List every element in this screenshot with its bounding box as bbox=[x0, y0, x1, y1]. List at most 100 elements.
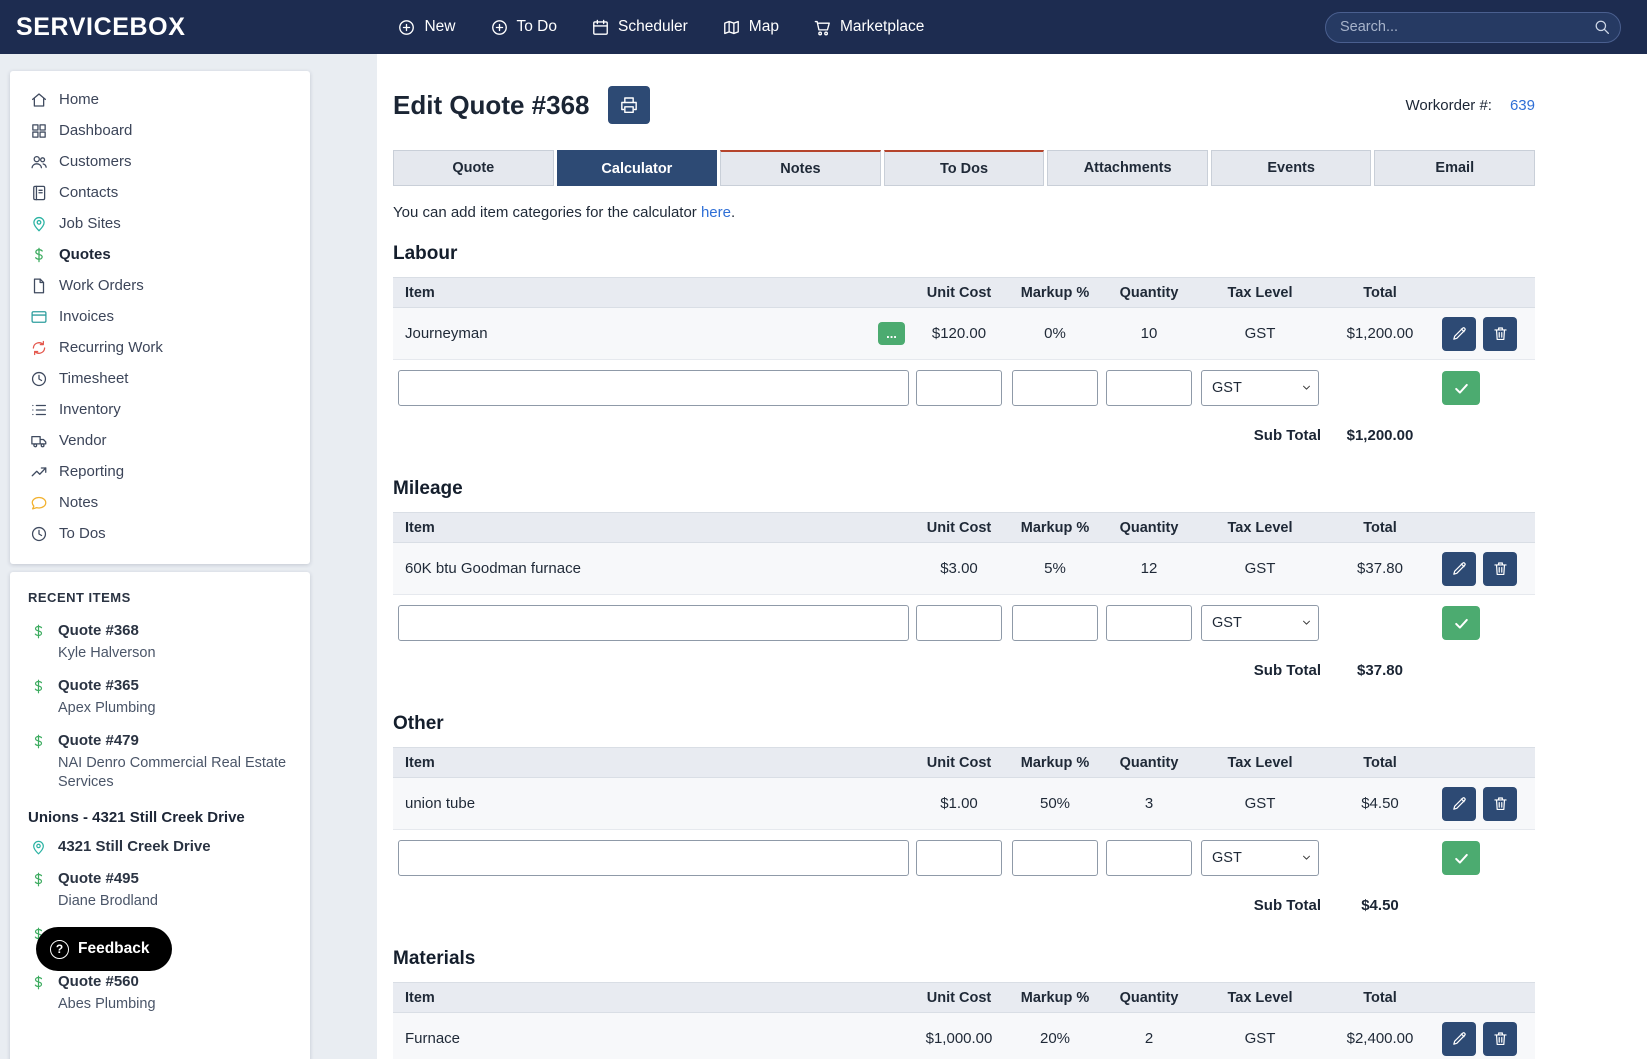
confirm-add-button[interactable] bbox=[1442, 606, 1480, 640]
table-header-row: ItemUnit CostMarkup %QuantityTax LevelTo… bbox=[393, 277, 1535, 308]
tab-quote[interactable]: Quote bbox=[393, 150, 554, 186]
nav-item-new[interactable]: New bbox=[397, 18, 455, 37]
map-pin-icon bbox=[30, 839, 47, 856]
new-unit-cost-input[interactable] bbox=[916, 605, 1002, 641]
sidebar-item-customers[interactable]: Customers bbox=[10, 146, 310, 177]
sidebar-item-label: Home bbox=[59, 91, 99, 108]
workorder-link[interactable]: 639 bbox=[1510, 97, 1535, 114]
new-quantity-input[interactable] bbox=[1106, 370, 1192, 406]
confirm-add-button[interactable] bbox=[1442, 371, 1480, 405]
sidebar-item-dashboard[interactable]: Dashboard bbox=[10, 115, 310, 146]
recent-item[interactable]: 4321 Still Creek Drive bbox=[10, 831, 310, 863]
item-row: 60K btu Goodman furnace$3.005%12GST$37.8… bbox=[393, 543, 1535, 595]
delete-button[interactable] bbox=[1483, 317, 1517, 351]
cell-tax: GST bbox=[1195, 325, 1325, 342]
sidebar-item-recurring-work[interactable]: Recurring Work bbox=[10, 332, 310, 363]
column-header-item: Item bbox=[393, 520, 911, 536]
new-markup-input[interactable] bbox=[1012, 840, 1098, 876]
calendar-icon bbox=[591, 18, 610, 37]
recent-group-header[interactable]: Unions - 4321 Still Creek Drive bbox=[10, 798, 310, 831]
nav-item-scheduler[interactable]: Scheduler bbox=[591, 18, 688, 37]
new-item-input[interactable] bbox=[398, 605, 909, 641]
new-unit-cost-input[interactable] bbox=[916, 370, 1002, 406]
new-quantity-input[interactable] bbox=[1106, 605, 1192, 641]
search-input[interactable] bbox=[1325, 12, 1621, 43]
recent-item-subtitle: Kyle Halverson bbox=[58, 644, 156, 663]
column-header-item: Item bbox=[393, 285, 911, 301]
tab-notes[interactable]: Notes bbox=[720, 150, 881, 186]
tax-level-select[interactable]: GST bbox=[1201, 370, 1319, 406]
cell-tax: GST bbox=[1195, 1030, 1325, 1047]
sidebar-item-invoices[interactable]: Invoices bbox=[10, 301, 310, 332]
sidebar-item-label: Inventory bbox=[59, 401, 121, 418]
feedback-button[interactable]: ? Feedback bbox=[36, 927, 172, 971]
document-icon bbox=[30, 277, 48, 295]
recent-item[interactable]: Quote #365Apex Plumbing bbox=[10, 670, 310, 725]
tax-level-select[interactable]: GST bbox=[1201, 605, 1319, 641]
sidebar-item-label: Notes bbox=[59, 494, 98, 511]
table-header-row: ItemUnit CostMarkup %QuantityTax LevelTo… bbox=[393, 512, 1535, 543]
add-categories-link[interactable]: here bbox=[701, 204, 731, 221]
dashboard-icon bbox=[30, 122, 48, 140]
recent-item-title: Quote #479 bbox=[58, 732, 292, 749]
tax-level-select[interactable]: GST bbox=[1201, 840, 1319, 876]
new-quantity-input[interactable] bbox=[1106, 840, 1192, 876]
tab-events[interactable]: Events bbox=[1211, 150, 1372, 186]
new-item-input[interactable] bbox=[398, 370, 909, 406]
top-navbar: SERVICEBOX New To Do Scheduler Map Marketpla… bbox=[0, 0, 1647, 54]
recent-item[interactable]: Quote #560Abes Plumbing bbox=[10, 966, 310, 1021]
sidebar-item-home[interactable]: Home bbox=[10, 84, 310, 115]
pencil-icon bbox=[1451, 1030, 1468, 1047]
tab-attachments[interactable]: Attachments bbox=[1047, 150, 1208, 186]
search-icon[interactable] bbox=[1593, 18, 1611, 36]
nav-item-to-do[interactable]: To Do bbox=[490, 18, 558, 37]
recent-item[interactable]: Quote #368Kyle Halverson bbox=[10, 615, 310, 670]
edit-button[interactable] bbox=[1442, 552, 1476, 586]
pencil-icon bbox=[1451, 795, 1468, 812]
new-unit-cost-input[interactable] bbox=[916, 840, 1002, 876]
sidebar-item-vendor[interactable]: Vendor bbox=[10, 425, 310, 456]
delete-button[interactable] bbox=[1483, 552, 1517, 586]
new-markup-input[interactable] bbox=[1012, 605, 1098, 641]
item-options-button[interactable]: ... bbox=[878, 322, 905, 345]
new-item-input[interactable] bbox=[398, 840, 909, 876]
plus-circle-icon bbox=[397, 18, 416, 37]
nav-item-marketplace[interactable]: Marketplace bbox=[813, 18, 924, 37]
sidebar-item-to-dos[interactable]: To Dos bbox=[10, 518, 310, 549]
new-markup-input[interactable] bbox=[1012, 370, 1098, 406]
sidebar-item-label: Reporting bbox=[59, 463, 124, 480]
column-header-markup: Markup % bbox=[1007, 520, 1103, 536]
trash-icon bbox=[1492, 560, 1509, 577]
recent-item[interactable]: Quote #495Diane Brodland bbox=[10, 863, 310, 918]
dollar-icon bbox=[30, 871, 47, 888]
print-button[interactable] bbox=[608, 86, 650, 124]
nav-item-map[interactable]: Map bbox=[722, 18, 779, 37]
item-name: 60K btu Goodman furnace bbox=[405, 560, 581, 577]
confirm-add-button[interactable] bbox=[1442, 841, 1480, 875]
sidebar-item-notes[interactable]: Notes bbox=[10, 487, 310, 518]
sidebar-item-label: Work Orders bbox=[59, 277, 144, 294]
section-mileage: MileageItemUnit CostMarkup %QuantityTax … bbox=[393, 478, 1535, 691]
recent-item[interactable]: Quote #479NAI Denro Commercial Real Esta… bbox=[10, 725, 310, 799]
edit-button[interactable] bbox=[1442, 1022, 1476, 1056]
sidebar-item-quotes[interactable]: Quotes bbox=[10, 239, 310, 270]
question-icon: ? bbox=[50, 940, 69, 959]
sidebar-item-job-sites[interactable]: Job Sites bbox=[10, 208, 310, 239]
tab-email[interactable]: Email bbox=[1374, 150, 1535, 186]
sidebar-item-contacts[interactable]: Contacts bbox=[10, 177, 310, 208]
sidebar-item-reporting[interactable]: Reporting bbox=[10, 456, 310, 487]
delete-button[interactable] bbox=[1483, 1022, 1517, 1056]
servicebox-logo[interactable]: SERVICEBOX bbox=[16, 13, 185, 42]
sidebar-item-inventory[interactable]: Inventory bbox=[10, 394, 310, 425]
delete-button[interactable] bbox=[1483, 787, 1517, 821]
tab-calculator[interactable]: Calculator bbox=[557, 150, 718, 186]
sidebar-item-work-orders[interactable]: Work Orders bbox=[10, 270, 310, 301]
subtotal-value: $37.80 bbox=[1325, 662, 1435, 679]
contacts-icon bbox=[30, 184, 48, 202]
edit-button[interactable] bbox=[1442, 317, 1476, 351]
column-header-tax-level: Tax Level bbox=[1195, 755, 1325, 771]
sidebar-item-timesheet[interactable]: Timesheet bbox=[10, 363, 310, 394]
sidebar-item-label: Contacts bbox=[59, 184, 118, 201]
edit-button[interactable] bbox=[1442, 787, 1476, 821]
tab-to-dos[interactable]: To Dos bbox=[884, 150, 1045, 186]
